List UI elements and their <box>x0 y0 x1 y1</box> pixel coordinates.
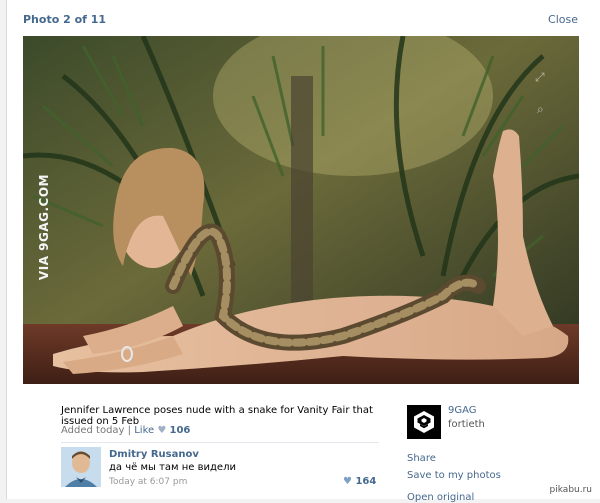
added-date: Added today <box>61 425 125 436</box>
share-link[interactable]: Share <box>407 453 436 464</box>
divider <box>61 442 379 443</box>
comment-like-count: 164 <box>355 476 377 487</box>
owner-name[interactable]: 9GAG <box>448 405 477 416</box>
site-watermark: pikabu.ru <box>549 485 592 495</box>
meta-separator: | <box>127 425 132 436</box>
heart-icon[interactable]: ♥ <box>157 425 166 436</box>
save-to-photos-link[interactable]: Save to my photos <box>407 470 501 481</box>
avatar-image <box>61 447 101 487</box>
owner-subtitle: fortieth <box>448 419 485 430</box>
photo-viewer: Photo 2 of 11 Close VIA 9GAG.COM ⤢ ⌕ Jen… <box>6 0 600 503</box>
comment-text: да чё мы там не видели <box>109 462 236 473</box>
open-original-link[interactable]: Open original <box>407 492 474 503</box>
comment-like-button[interactable]: ♥ 164 <box>343 476 376 487</box>
comment-timestamp[interactable]: Today at 6:07 pm <box>109 477 187 487</box>
9gag-logo[interactable] <box>407 405 441 439</box>
photo-image[interactable]: VIA 9GAG.COM ⤢ ⌕ <box>23 36 579 384</box>
photo-caption: Jennifer Lawrence poses nude with a snak… <box>61 405 373 427</box>
like-count[interactable]: 106 <box>170 425 191 436</box>
9gag-logo-mark <box>407 405 441 439</box>
close-button[interactable]: Close <box>548 13 578 26</box>
like-button[interactable]: Like <box>134 425 154 436</box>
avatar[interactable] <box>61 447 101 487</box>
comment-author[interactable]: Dmitry Rusanov <box>109 449 199 460</box>
magnifier-icon[interactable]: ⌕ <box>537 102 544 117</box>
photo-meta: Added today | Like ♥ 106 <box>61 425 190 436</box>
photo-counter: Photo 2 of 11 <box>23 13 107 26</box>
viewer-topbar: Photo 2 of 11 Close <box>7 0 600 36</box>
photo-watermark: VIA 9GAG.COM <box>37 174 51 281</box>
expand-icon[interactable]: ⤢ <box>535 70 545 85</box>
heart-icon: ♥ <box>343 476 352 487</box>
photo-illustration <box>23 36 579 384</box>
